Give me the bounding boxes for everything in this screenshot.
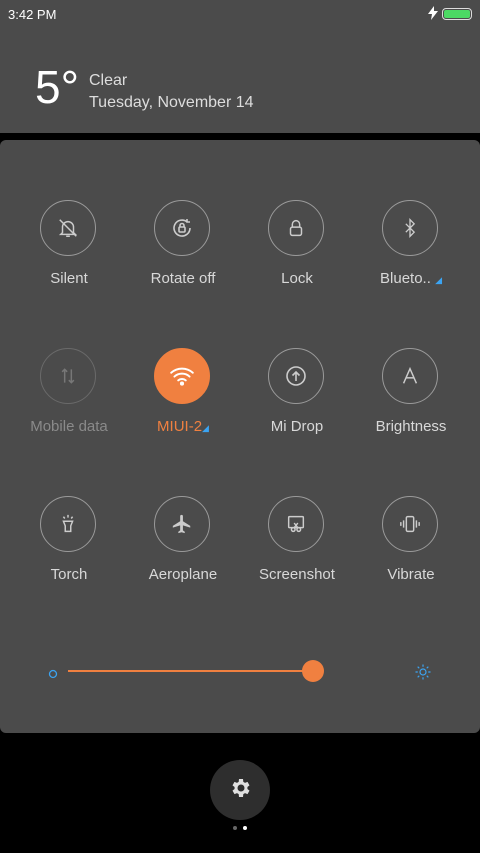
screenshot-icon — [268, 496, 324, 552]
brightness-thumb[interactable] — [302, 660, 324, 682]
toggle-label: Mobile data — [30, 418, 108, 435]
settings-button[interactable] — [210, 760, 270, 820]
toggle-vibrate[interactable]: Vibrate — [354, 496, 468, 606]
toggle-screenshot[interactable]: Screenshot — [240, 496, 354, 606]
toggle-label: Brightness — [375, 418, 447, 435]
toggle-label: Aeroplane — [148, 566, 218, 583]
expand-triangle-icon[interactable]: ◢ — [435, 275, 442, 285]
toggle-wifi[interactable]: MIUI-2◢ — [126, 348, 240, 458]
torch-icon — [40, 496, 96, 552]
brightness-low-icon — [48, 666, 58, 684]
quick-settings-panel: Silent Rotate off Lock Blueto.. ◢ Mobile… — [0, 140, 480, 733]
status-icons — [428, 5, 472, 23]
gear-icon — [228, 776, 252, 805]
toggle-silent[interactable]: Silent — [12, 200, 126, 310]
upload-icon — [268, 348, 324, 404]
toggle-bluetooth[interactable]: Blueto.. ◢ — [354, 200, 468, 310]
weather-temperature: 5° — [35, 61, 79, 113]
toggle-label: MIUI-2◢ — [126, 418, 240, 435]
bluetooth-icon — [382, 200, 438, 256]
rotate-lock-icon — [154, 200, 210, 256]
toggle-brightness[interactable]: Brightness — [354, 348, 468, 458]
status-bar: 3:42 PM — [0, 0, 480, 28]
page-indicator — [0, 826, 480, 830]
airplane-icon — [154, 496, 210, 552]
expand-triangle-icon[interactable]: ◢ — [202, 423, 209, 433]
brightness-slider[interactable] — [42, 660, 442, 684]
brightness-high-icon[interactable] — [414, 663, 432, 686]
toggle-label: Silent — [50, 270, 88, 287]
toggle-aeroplane[interactable]: Aeroplane — [126, 496, 240, 606]
battery-icon — [442, 8, 472, 20]
mobile-data-icon — [40, 348, 96, 404]
brightness-auto-icon — [382, 348, 438, 404]
weather-card[interactable]: 5° Clear Tuesday, November 14 — [0, 28, 480, 133]
toggle-label: Blueto.. ◢ — [354, 270, 468, 287]
lock-icon — [268, 200, 324, 256]
toggle-mi-drop[interactable]: Mi Drop — [240, 348, 354, 458]
wifi-network-name: MIUI-2 — [157, 418, 203, 435]
toggle-label: Screenshot — [259, 566, 335, 583]
brightness-track[interactable] — [68, 670, 313, 672]
bell-off-icon — [40, 200, 96, 256]
page-dot — [233, 826, 237, 830]
weather-date: Tuesday, November 14 — [89, 94, 254, 111]
bluetooth-label-text: Blueto.. — [380, 270, 431, 287]
toggle-torch[interactable]: Torch — [12, 496, 126, 606]
toggle-mobile-data[interactable]: Mobile data — [12, 348, 126, 458]
charging-icon — [428, 5, 438, 23]
toggle-label: Mi Drop — [270, 418, 324, 435]
toggle-label: Vibrate — [387, 566, 435, 583]
vibrate-icon — [382, 496, 438, 552]
page-dot-active — [243, 826, 247, 830]
toggle-label: Lock — [281, 270, 313, 287]
weather-condition: Clear — [89, 72, 128, 89]
toggle-rotate[interactable]: Rotate off — [126, 200, 240, 310]
toggle-lock[interactable]: Lock — [240, 200, 354, 310]
wifi-icon — [154, 348, 210, 404]
status-time: 3:42 PM — [8, 6, 57, 22]
toggle-label: Rotate off — [150, 270, 216, 287]
toggle-label: Torch — [50, 566, 88, 583]
